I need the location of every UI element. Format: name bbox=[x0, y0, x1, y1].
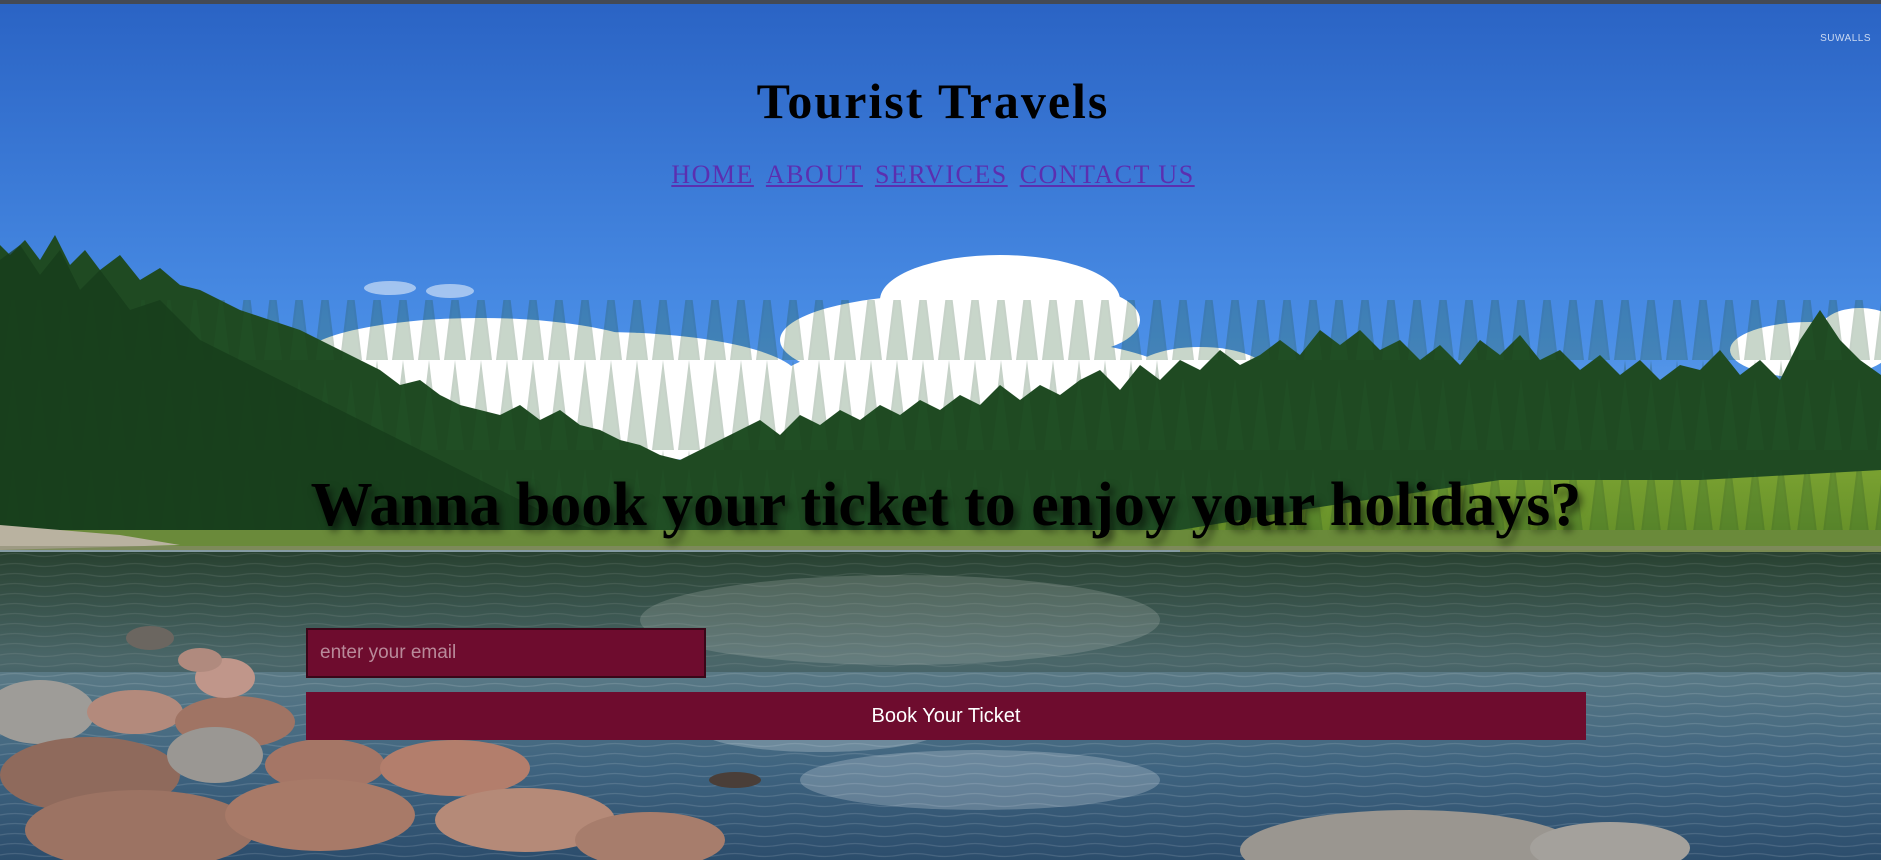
watermark-text: SUWALLS bbox=[1820, 33, 1871, 44]
book-ticket-button[interactable]: Book Your Ticket bbox=[306, 692, 1586, 740]
hero-headline: Wanna book your ticket to enjoy your hol… bbox=[310, 471, 1582, 539]
email-input[interactable] bbox=[306, 628, 706, 678]
nav-link-about[interactable]: ABOUT bbox=[766, 160, 863, 189]
nav-link-contact-us[interactable]: CONTACT US bbox=[1020, 160, 1195, 189]
main-navigation: HOME ABOUT SERVICES CONTACT US bbox=[0, 160, 1866, 190]
nav-link-home[interactable]: HOME bbox=[671, 160, 754, 189]
site-title: Tourist Travels bbox=[756, 73, 1110, 129]
nav-link-services[interactable]: SERVICES bbox=[875, 160, 1008, 189]
browser-top-bar bbox=[0, 0, 1881, 4]
